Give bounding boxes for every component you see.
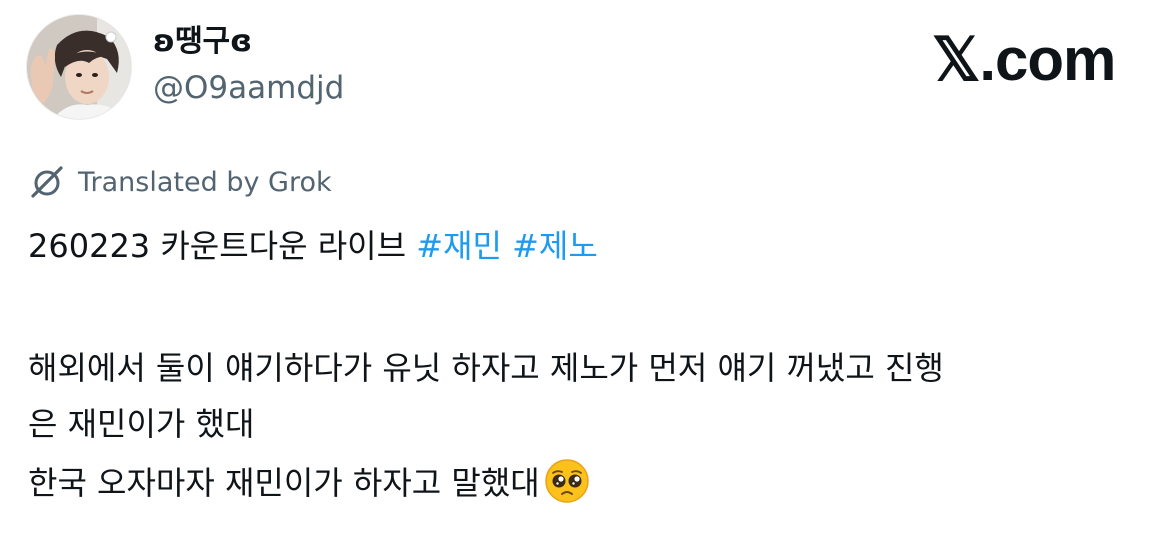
hashtag-jeno[interactable]: #제노	[512, 227, 598, 265]
user-handle[interactable]: @O9aamdjd	[153, 66, 344, 110]
tweet-line-1: 260223 카운트다운 라이브 #재민 #제노	[28, 224, 598, 268]
tweet-line-2: 해외에서 둘이 얘기하다가 유닛 하자고 제노가 먼저 얘기 꺼냈고 진행	[28, 349, 944, 387]
avatar-image	[27, 15, 131, 119]
tweet-text-date: 260223 카운트다운 라이브	[28, 227, 417, 265]
avatar[interactable]	[26, 14, 132, 120]
translation-label: Translated by Grok	[78, 166, 332, 198]
display-name[interactable]: ʚ땡구ɞ	[153, 22, 252, 62]
x-logo: 𝕏.com	[932, 26, 1116, 93]
translation-notice[interactable]: Translated by Grok	[28, 162, 332, 202]
tweet-line-3: 은 재민이가 했대	[28, 405, 255, 443]
hashtag-jaemin[interactable]: #재민	[416, 227, 502, 265]
tweet-text-last: 한국 오자마자 재민이가 하자고 말했대	[28, 464, 540, 502]
tweet-line-4: 한국 오자마자 재민이가 하자고 말했대	[28, 458, 590, 505]
grok-icon	[28, 163, 66, 201]
pleading-face-emoji	[544, 458, 590, 504]
